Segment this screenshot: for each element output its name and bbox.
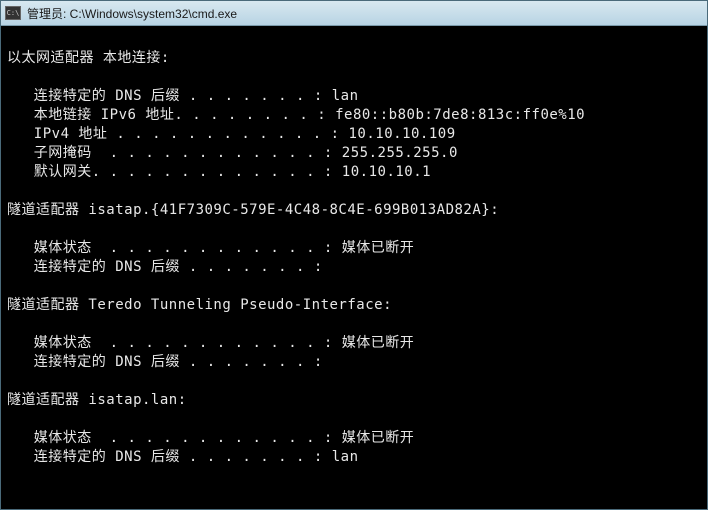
dns-suffix-label: 连接特定的 DNS 后缀 . . . . . . . : <box>7 449 323 465</box>
ipv4-value: 10.10.10.109 <box>340 126 456 142</box>
media-state-label: 媒体状态 . . . . . . . . . . . . : <box>7 335 333 351</box>
gateway-value: 10.10.10.1 <box>333 164 431 180</box>
dns-suffix-label: 连接特定的 DNS 后缀 . . . . . . . : <box>7 354 323 370</box>
ipv6-label: 本地链接 IPv6 地址. . . . . . . . : <box>7 107 326 123</box>
dns-suffix-value: lan <box>323 88 359 104</box>
media-state-label: 媒体状态 . . . . . . . . . . . . : <box>7 430 333 446</box>
adapter-header: 隧道适配器 isatap.lan: <box>7 392 187 408</box>
gateway-label: 默认网关. . . . . . . . . . . . . : <box>7 164 333 180</box>
titlebar-text: 管理员: C:\Windows\system32\cmd.exe <box>27 5 237 22</box>
subnet-label: 子网掩码 . . . . . . . . . . . . : <box>7 145 333 161</box>
adapter-header: 以太网适配器 本地连接: <box>7 50 170 66</box>
adapter-header: 隧道适配器 Teredo Tunneling Pseudo-Interface: <box>7 297 392 313</box>
media-state-value: 媒体已断开 <box>333 240 414 256</box>
media-state-value: 媒体已断开 <box>333 430 414 446</box>
dns-suffix-value: lan <box>323 449 359 465</box>
adapter-header: 隧道适配器 isatap.{41F7309C-579E-4C48-8C4E-69… <box>7 202 499 218</box>
cmd-window: C:\ 管理员: C:\Windows\system32\cmd.exe 以太网… <box>0 0 708 510</box>
cmd-icon: C:\ <box>5 6 21 20</box>
media-state-label: 媒体状态 . . . . . . . . . . . . : <box>7 240 333 256</box>
ipv6-value: fe80::b80b:7de8:813c:ff0e%10 <box>326 107 585 123</box>
console-output[interactable]: 以太网适配器 本地连接: 连接特定的 DNS 后缀 . . . . . . . … <box>1 26 707 509</box>
titlebar[interactable]: C:\ 管理员: C:\Windows\system32\cmd.exe <box>1 1 707 26</box>
subnet-value: 255.255.255.0 <box>333 145 458 161</box>
dns-suffix-label: 连接特定的 DNS 后缀 . . . . . . . : <box>7 88 323 104</box>
ipv4-label: IPv4 地址 . . . . . . . . . . . . : <box>7 126 340 142</box>
dns-suffix-label: 连接特定的 DNS 后缀 . . . . . . . : <box>7 259 323 275</box>
media-state-value: 媒体已断开 <box>333 335 414 351</box>
